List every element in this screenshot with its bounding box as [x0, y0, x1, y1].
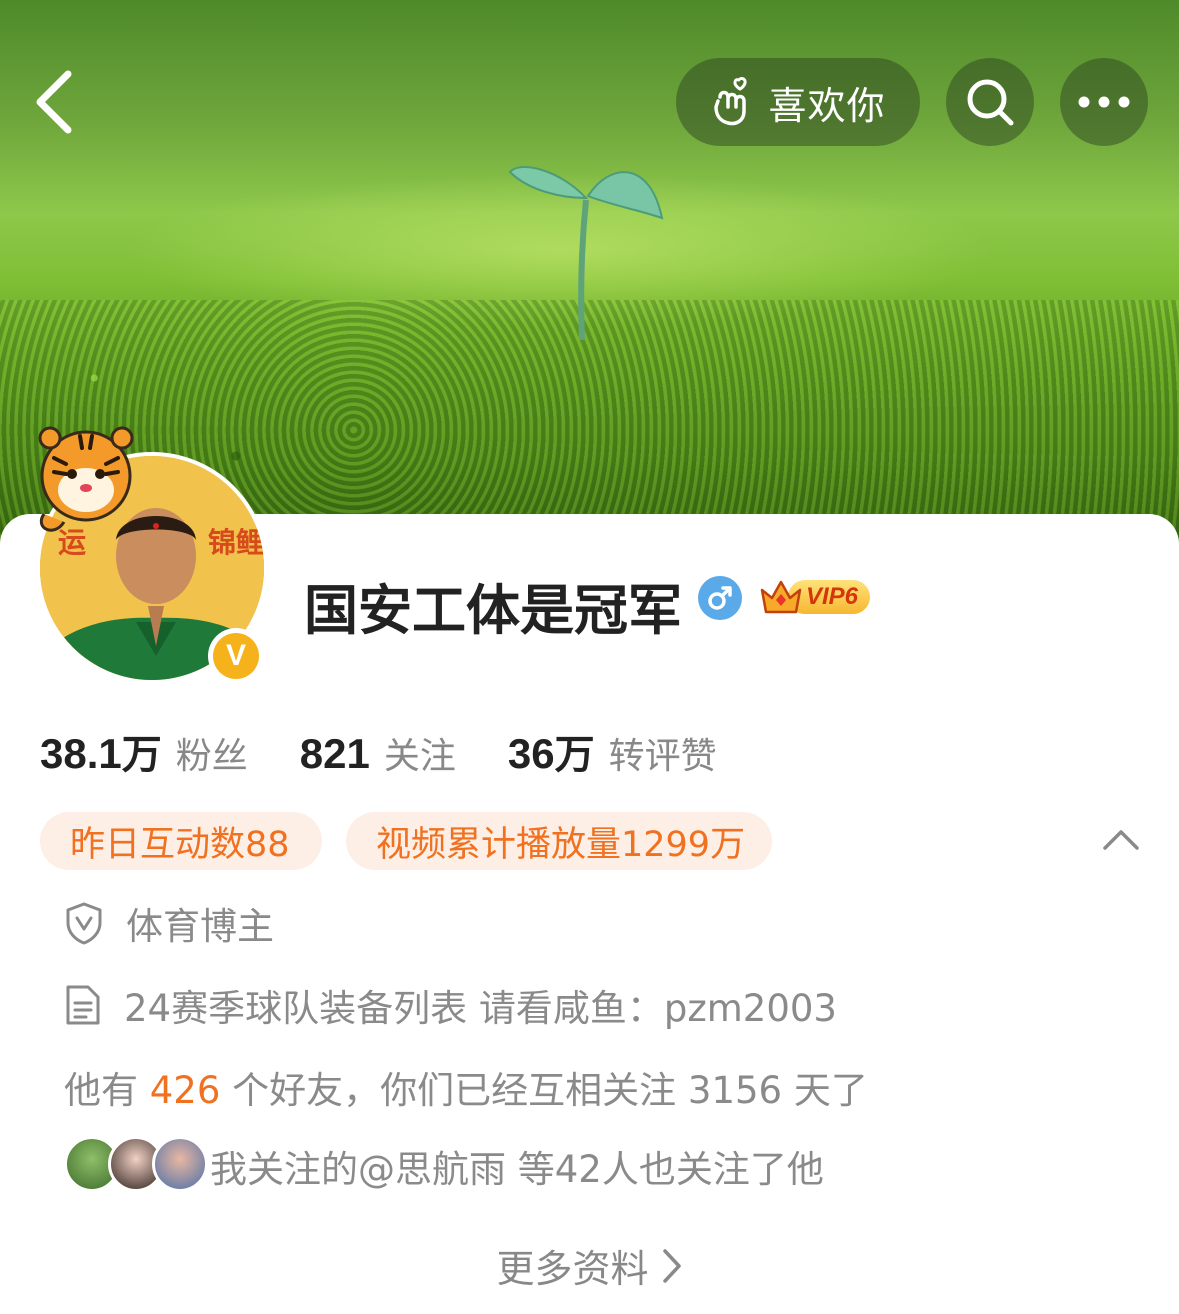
mutual-avatar — [152, 1136, 208, 1192]
category-text: 体育博主 — [126, 905, 274, 948]
stat-followers[interactable]: 38.1 万 粉丝 — [40, 722, 248, 780]
svg-text:锦鲤: 锦鲤 — [208, 526, 264, 559]
like-you-label: 喜欢你 — [768, 83, 886, 128]
back-button[interactable] — [28, 62, 88, 142]
profile-name: 国安工体是冠军 — [304, 579, 682, 642]
finger-heart-icon — [714, 77, 748, 126]
verified-badge: V — [208, 628, 264, 684]
mutual-avatars — [64, 1136, 208, 1196]
more-info-label: 更多资料 — [496, 1247, 649, 1291]
document-icon — [66, 985, 100, 1025]
shield-v-icon — [66, 902, 102, 945]
more-info-button[interactable]: 更多资料 — [0, 1238, 1179, 1293]
chevron-up-icon — [1103, 830, 1139, 850]
stat-following[interactable]: 821 关注 — [300, 727, 456, 779]
mutual-follows-text: 我关注的@思航雨 等42人也关注了他 — [210, 1148, 824, 1191]
crown-icon — [760, 580, 802, 614]
mutual-follows-row[interactable]: 我关注的@思航雨 等42人也关注了他 — [64, 1136, 824, 1196]
search-button[interactable] — [946, 58, 1034, 146]
like-you-button[interactable]: 喜欢你 — [676, 58, 920, 146]
collapse-button[interactable] — [1100, 822, 1142, 856]
search-icon — [967, 79, 1014, 126]
tag-video-plays[interactable]: 视频累计播放量1299万 — [346, 812, 772, 870]
category-row: 体育博主 — [64, 896, 274, 950]
back-arrow-icon — [36, 70, 72, 134]
stat-reposts-comments-likes[interactable]: 36 万 转评赞 — [508, 722, 717, 780]
description-row: 24赛季球队装备列表 请看咸鱼：pzm2003 — [64, 978, 837, 1032]
friends-count: 426 — [149, 1069, 221, 1112]
more-button[interactable] — [1060, 58, 1148, 146]
vip-badge[interactable]: VIP6 — [758, 574, 872, 620]
chevron-right-icon — [662, 1248, 681, 1283]
description-text: 24赛季球队装备列表 请看咸鱼：pzm2003 — [124, 987, 837, 1030]
banner-sprout — [508, 166, 664, 341]
tag-daily-interactions[interactable]: 昨日互动数88 — [40, 812, 322, 870]
tiger-avatar-decoration-icon — [38, 426, 134, 532]
friends-row[interactable]: 他有 426 个好友，你们已经互相关注 3156 天了 — [64, 1060, 868, 1114]
gender-male-icon — [698, 576, 742, 620]
stats-row: 38.1 万 粉丝 821 关注 36 万 转评赞 — [40, 722, 769, 780]
more-dots-icon — [1078, 96, 1130, 108]
